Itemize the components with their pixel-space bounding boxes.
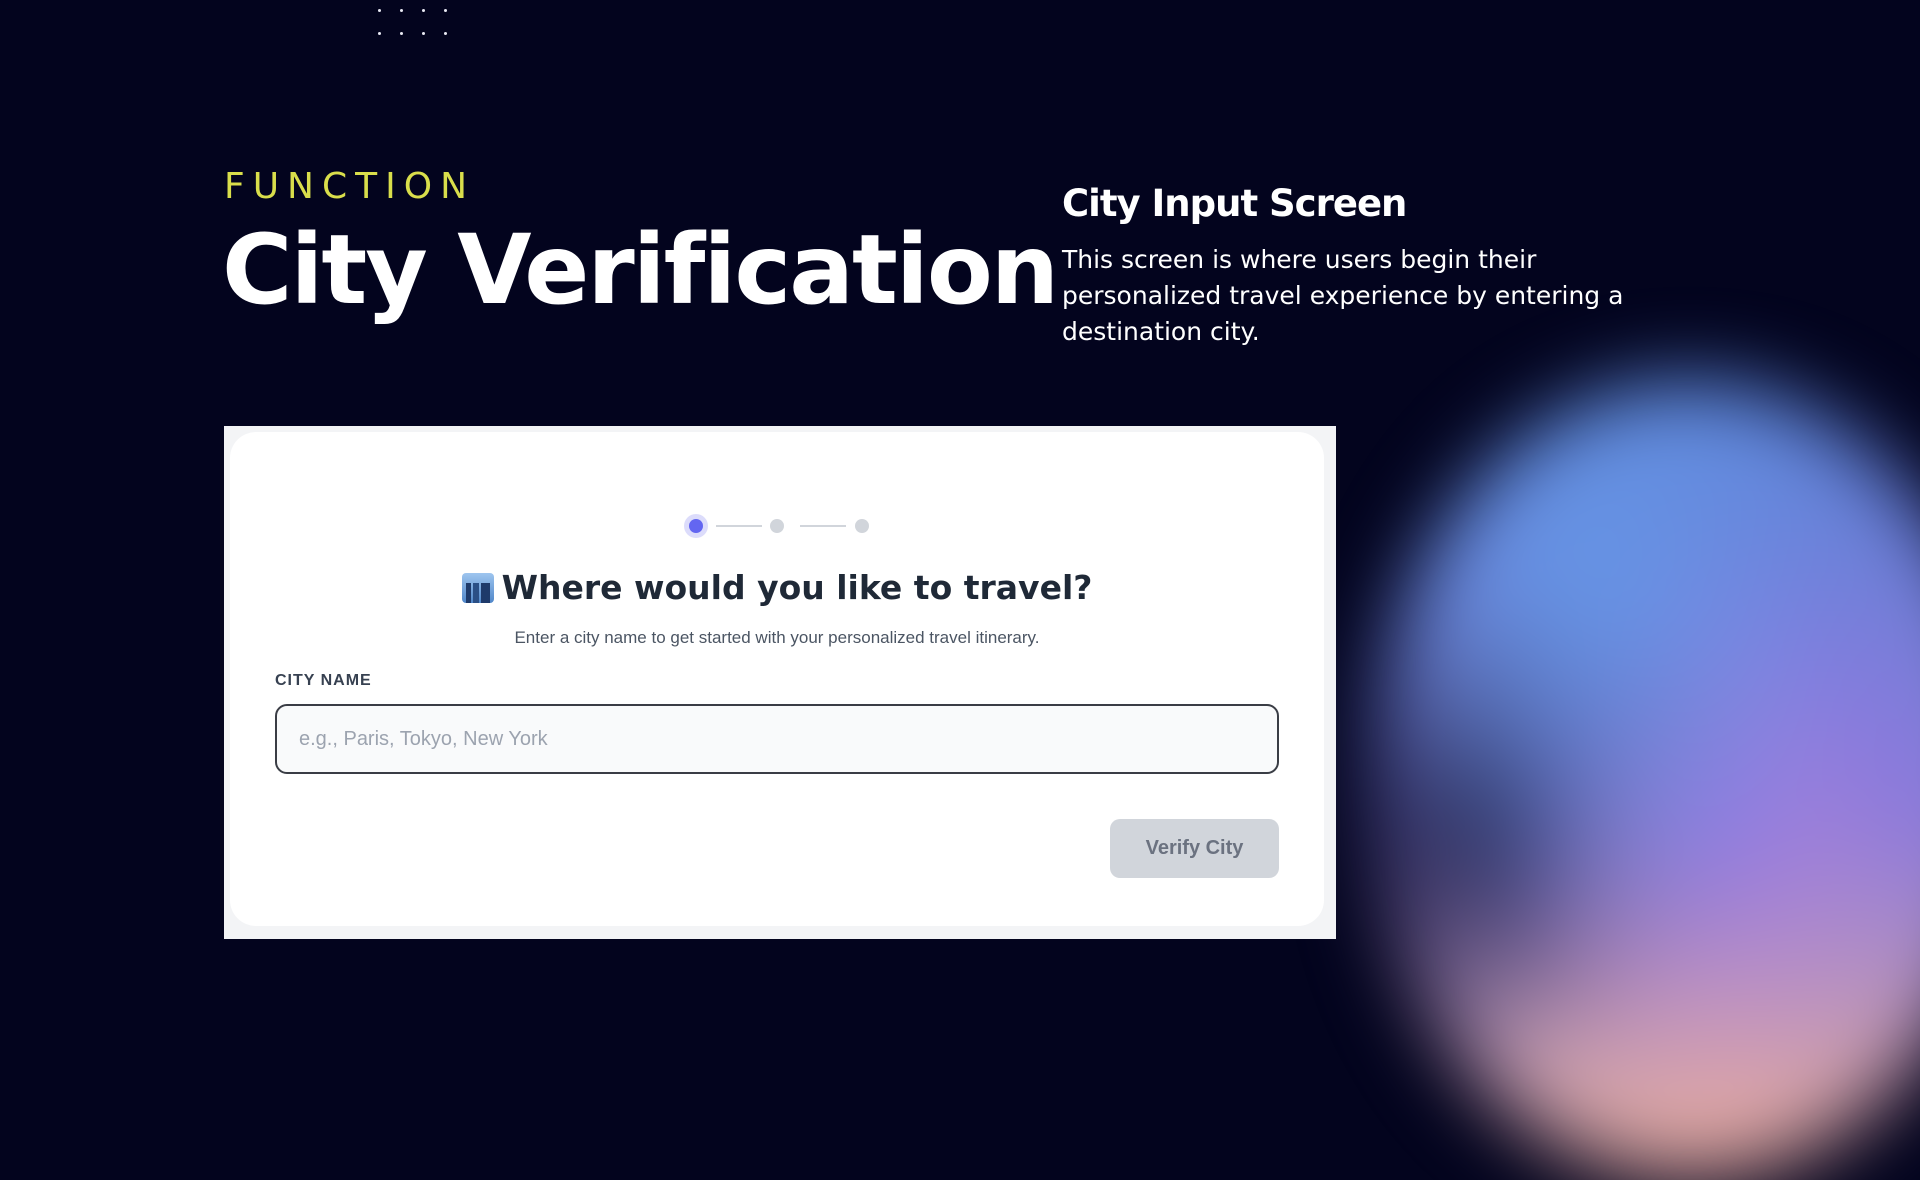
- instruction-text: Enter a city name to get started with yo…: [514, 628, 1040, 647]
- step-connector: [716, 525, 762, 527]
- question-heading: Where would you like to travel?: [230, 568, 1324, 607]
- decorative-dot-grid: [378, 6, 458, 36]
- screen-title: City Input Screen: [1062, 182, 1407, 225]
- decorative-gradient-blob: [1370, 380, 1920, 1180]
- section-eyebrow: FUNCTION: [224, 166, 475, 207]
- screen-description: This screen is where users begin their p…: [1062, 245, 1624, 346]
- question-text: Where would you like to travel?: [501, 568, 1093, 607]
- city-input-card: Where would you like to travel? Enter a …: [230, 432, 1324, 926]
- step-connector: [800, 525, 846, 527]
- verify-city-button[interactable]: Verify City: [1110, 819, 1279, 878]
- screenshot-frame: Where would you like to travel? Enter a …: [224, 426, 1336, 939]
- page-title: City Verification: [222, 214, 1059, 326]
- cityscape-icon: [461, 573, 494, 603]
- progress-stepper: [684, 514, 874, 538]
- step-3-indicator: [855, 519, 869, 533]
- city-name-label: CITY NAME: [275, 672, 372, 689]
- city-name-input[interactable]: [275, 704, 1279, 774]
- step-2-indicator: [770, 519, 784, 533]
- step-1-indicator-active: [684, 514, 708, 538]
